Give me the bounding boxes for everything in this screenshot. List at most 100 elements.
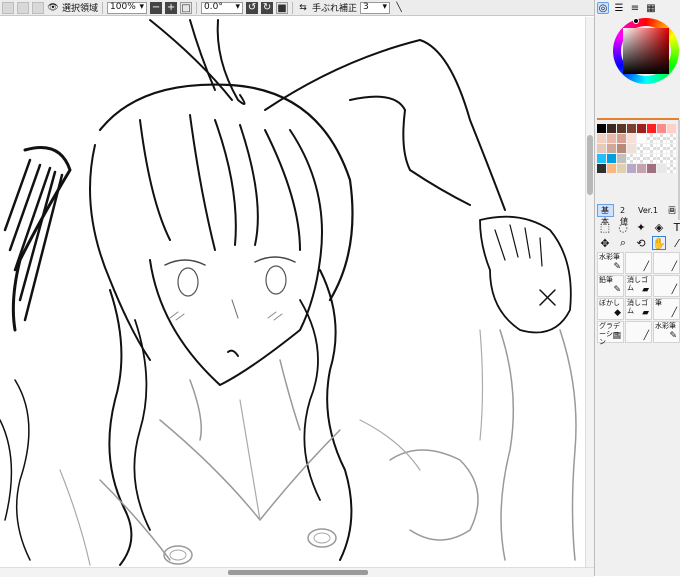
color-swatch[interactable] — [667, 124, 676, 133]
color-swatch[interactable] — [617, 164, 626, 173]
color-swatch[interactable] — [657, 154, 666, 163]
selection-invert-button[interactable] — [17, 1, 29, 14]
color-swatch[interactable] — [597, 154, 606, 163]
color-swatch[interactable] — [647, 164, 656, 173]
select-pen-icon[interactable]: ◈ — [652, 220, 666, 234]
brush-icon: ✎ — [613, 262, 621, 272]
eyedropper-icon[interactable]: ⁄ — [670, 236, 680, 250]
chevron-down-icon: ▾ — [235, 2, 241, 12]
straight-line-icon[interactable]: ╲ — [393, 2, 405, 14]
rotation-select[interactable]: 0.0° ▾ — [201, 1, 244, 14]
brush-cell[interactable]: 筆 ╱ — [653, 298, 680, 320]
brush-label: 筆 — [655, 299, 662, 307]
rotate-left-button[interactable]: ↺ — [246, 1, 259, 14]
zoom-reset-button[interactable]: □ — [180, 1, 193, 14]
color-swatch[interactable] — [647, 134, 656, 143]
tool-tab[interactable]: 基本 — [597, 204, 615, 226]
tool-tab[interactable]: Ver.1 — [634, 204, 662, 217]
color-swatch[interactable] — [617, 134, 626, 143]
hand-icon[interactable]: ✋ — [652, 236, 666, 250]
color-swatch[interactable] — [647, 144, 656, 153]
brush-cell[interactable]: ぼかし ◆ — [597, 298, 624, 320]
lasso-icon[interactable]: ◌ — [616, 220, 630, 234]
color-swatch[interactable] — [617, 154, 626, 163]
color-swatch[interactable] — [667, 134, 676, 143]
color-swatch[interactable] — [667, 144, 676, 153]
hue-marker[interactable] — [633, 18, 639, 24]
color-swatch[interactable] — [627, 164, 636, 173]
color-swatch[interactable] — [617, 124, 626, 133]
rotation-value: 0.0° — [204, 2, 223, 12]
rotate-right-button[interactable]: ↻ — [261, 1, 274, 14]
brush-icon: ╱ — [671, 285, 677, 295]
brush-icon: ▤ — [612, 331, 621, 341]
zoom-out-button[interactable]: − — [150, 1, 163, 14]
color-swatch[interactable] — [597, 144, 606, 153]
color-swatch[interactable] — [627, 134, 636, 143]
color-swatch[interactable] — [667, 164, 676, 173]
selection-clear-button[interactable] — [2, 1, 14, 14]
color-swatch[interactable] — [637, 134, 646, 143]
brush-cell[interactable]: 消しゴム ▰ — [625, 298, 652, 320]
color-swatch[interactable] — [637, 164, 646, 173]
selection-label: 選択領域 — [62, 4, 99, 14]
color-wheel-tab-icon[interactable]: ◎ — [597, 2, 609, 14]
color-swatch[interactable] — [667, 154, 676, 163]
swatch-tab-icon[interactable]: ▦ — [645, 2, 657, 14]
scrollbar-thumb[interactable] — [228, 570, 368, 575]
rotation-reset-button[interactable]: ■ — [276, 1, 289, 14]
color-swatch[interactable] — [617, 144, 626, 153]
color-swatch[interactable] — [627, 154, 636, 163]
color-swatch[interactable] — [607, 164, 616, 173]
color-swatch[interactable] — [597, 134, 606, 143]
rgb-sliders-tab-icon[interactable]: ☰ — [613, 2, 625, 14]
tool-tab[interactable]: 画 — [664, 204, 680, 217]
brush-cell[interactable]: 水彩筆 ✎ — [597, 252, 624, 274]
color-swatch[interactable] — [597, 164, 606, 173]
color-swatch[interactable] — [607, 144, 616, 153]
top-toolbar: 👁 選択領域 100% ▾ − + □ 0.0° ▾ ↺ ↻ ■ ⇆ 手ぶれ補正… — [0, 0, 594, 16]
color-swatch[interactable] — [627, 144, 636, 153]
zoom-in-button[interactable]: + — [165, 1, 178, 14]
saturation-value-square[interactable] — [623, 28, 669, 74]
brush-cell[interactable]: ╱ — [625, 321, 652, 343]
move-icon[interactable]: ✥ — [598, 236, 612, 250]
color-swatch[interactable] — [657, 144, 666, 153]
color-swatch[interactable] — [657, 164, 666, 173]
text-icon[interactable]: T — [670, 220, 680, 234]
zoom-select[interactable]: 100% ▾ — [107, 1, 148, 14]
color-swatch[interactable] — [607, 124, 616, 133]
flip-icon[interactable]: ⇆ — [297, 2, 309, 14]
brush-cell[interactable]: ╱ — [653, 252, 680, 274]
brush-cell[interactable]: 鉛筆 ✎ — [597, 275, 624, 297]
tool-tab[interactable]: 2値 — [616, 204, 632, 226]
color-swatch[interactable] — [637, 154, 646, 163]
rect-select-icon[interactable]: ⬚ — [598, 220, 612, 234]
brush-cell[interactable]: グラデーション ▤ — [597, 321, 624, 346]
scrollbar-thumb[interactable] — [587, 135, 593, 195]
color-swatch[interactable] — [647, 124, 656, 133]
color-swatch[interactable] — [657, 124, 666, 133]
drawing-canvas[interactable] — [0, 17, 594, 568]
color-swatch[interactable] — [597, 124, 606, 133]
selection-show-button[interactable] — [32, 1, 44, 14]
brush-cell[interactable]: ╱ — [625, 252, 652, 274]
color-swatch[interactable] — [647, 154, 656, 163]
color-swatch[interactable] — [627, 124, 636, 133]
brush-cell[interactable]: 水彩筆 ✎ — [653, 321, 680, 343]
color-swatch[interactable] — [607, 154, 616, 163]
brush-label: ぼかし — [599, 299, 620, 307]
magic-wand-icon[interactable]: ✦ — [634, 220, 648, 234]
hsv-sliders-tab-icon[interactable]: ≡ — [629, 2, 641, 14]
color-swatch[interactable] — [637, 124, 646, 133]
brush-cell[interactable]: ╱ — [653, 275, 680, 297]
rotate-icon[interactable]: ⟲ — [634, 236, 648, 250]
eye-icon[interactable]: 👁 — [47, 2, 59, 14]
brush-cell[interactable]: 消しゴム ▰ — [625, 275, 652, 297]
zoom-icon[interactable]: ⌕ — [616, 236, 630, 250]
color-swatch[interactable] — [657, 134, 666, 143]
color-swatch[interactable] — [637, 144, 646, 153]
color-swatch[interactable] — [607, 134, 616, 143]
stabilizer-value: 3 — [363, 2, 369, 12]
stabilizer-select[interactable]: 3 ▾ — [360, 1, 391, 14]
